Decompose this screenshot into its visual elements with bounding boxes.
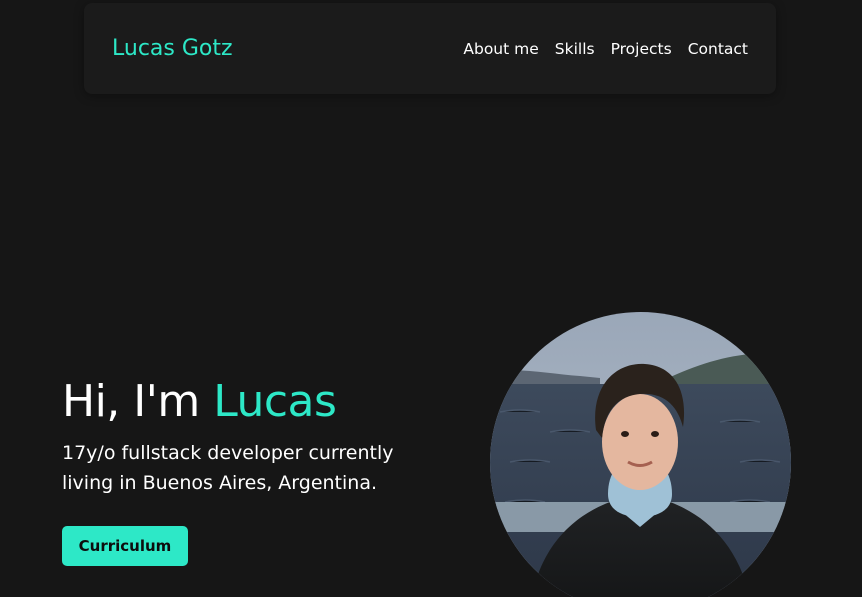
nav-link-about-me[interactable]: About me <box>463 38 538 60</box>
curriculum-button[interactable]: Curriculum <box>62 526 188 566</box>
hero-greeting: Hi, I'm <box>62 376 214 427</box>
brand-logo[interactable]: Lucas Gotz <box>112 35 233 63</box>
profile-photo <box>490 312 791 597</box>
navbar: Lucas Gotz About me Skills Projects Cont… <box>84 3 776 94</box>
hero-subtitle: 17y/o fullstack developer currently livi… <box>62 442 394 494</box>
nav-link-skills[interactable]: Skills <box>555 38 595 60</box>
nav-links: About me Skills Projects Contact <box>463 38 748 60</box>
nav-link-contact[interactable]: Contact <box>688 38 748 60</box>
hero-name: Lucas <box>213 376 337 427</box>
page: Lucas Gotz About me Skills Projects Cont… <box>0 0 862 597</box>
nav-link-projects[interactable]: Projects <box>611 38 672 60</box>
hero-title: Hi, I'm Lucas <box>62 374 337 430</box>
